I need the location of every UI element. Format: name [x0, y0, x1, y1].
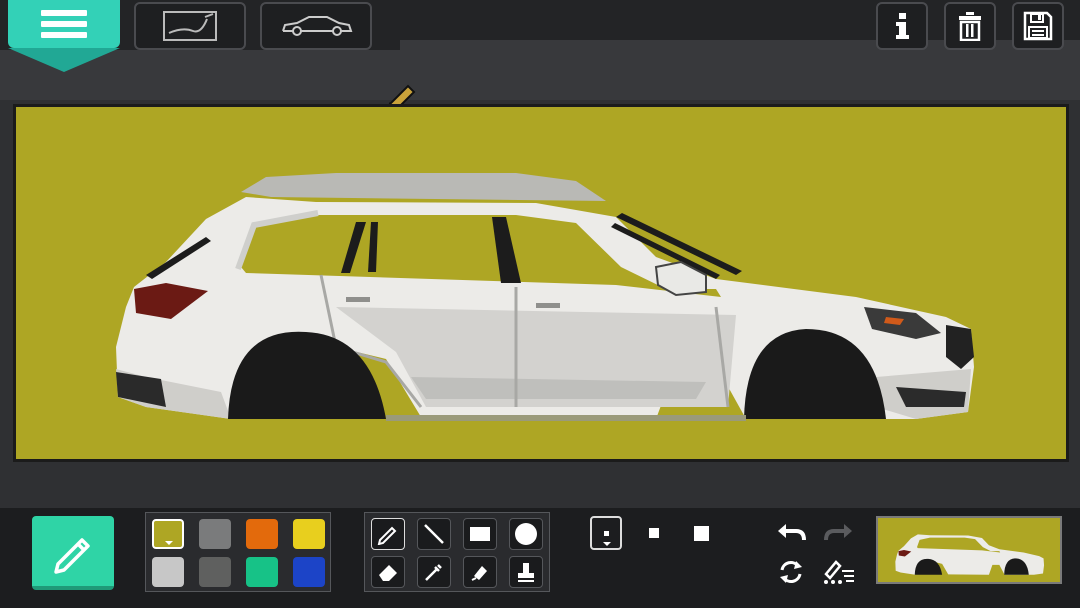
info-icon [896, 13, 909, 39]
pencil-icon [54, 538, 90, 574]
brush-size-small-dot [603, 530, 609, 536]
tool-palette [364, 512, 550, 592]
color-swatch-6[interactable] [199, 557, 231, 587]
brush-size-medium[interactable] [640, 518, 668, 548]
car-outline-icon [282, 16, 353, 36]
selected-marker-icon [165, 541, 173, 545]
canvas-preview[interactable] [876, 516, 1062, 584]
menu-tab-pointer [8, 48, 120, 72]
save-icon [1023, 11, 1053, 41]
brush-size-large-dot [693, 525, 709, 541]
tool-line[interactable] [417, 518, 451, 550]
brush-size-large[interactable] [686, 518, 716, 548]
sketch-icon [163, 11, 217, 41]
hamburger-icon [41, 5, 87, 43]
active-tool-button[interactable] [32, 516, 114, 590]
drawing-canvas[interactable] [16, 107, 1066, 459]
tool-rectangle[interactable] [463, 518, 497, 550]
tool-pencil[interactable] [371, 518, 405, 550]
car-tab[interactable] [260, 2, 372, 50]
info-button[interactable] [876, 2, 928, 50]
brush-size-medium-dot [649, 528, 659, 538]
color-swatch-8[interactable] [293, 557, 325, 587]
redo-icon[interactable] [824, 520, 854, 544]
spray-icon[interactable] [822, 558, 856, 586]
brush-size-small[interactable] [590, 516, 622, 550]
color-swatch-5[interactable] [152, 557, 184, 587]
color-swatch-7[interactable] [246, 557, 278, 587]
save-button[interactable] [1012, 2, 1064, 50]
eyedropper-icon [425, 564, 442, 581]
tool-eyedropper[interactable] [417, 556, 451, 588]
sketch-tab[interactable] [134, 2, 246, 50]
delete-button[interactable] [944, 2, 996, 50]
car-drawing [116, 173, 974, 421]
line-icon [424, 524, 444, 544]
color-swatch-2[interactable] [199, 519, 231, 549]
stamp-icon [518, 563, 534, 582]
bucket-fill-icon [471, 566, 487, 581]
tool-stamp[interactable] [509, 556, 543, 588]
color-palette [145, 512, 331, 592]
tool-eraser[interactable] [371, 556, 405, 588]
preview-car-drawing [895, 534, 1045, 575]
trash-icon [959, 12, 981, 41]
color-swatch-3[interactable] [246, 519, 278, 549]
tool-bucket-fill[interactable] [463, 556, 497, 588]
menu-button[interactable] [8, 0, 120, 48]
circle-icon [515, 523, 537, 545]
tool-circle[interactable] [509, 518, 543, 550]
color-swatch-1[interactable] [152, 519, 184, 549]
rectangle-icon [470, 527, 490, 541]
rotate-icon[interactable] [776, 558, 806, 586]
eraser-icon [379, 565, 397, 581]
undo-icon[interactable] [776, 520, 806, 544]
selected-marker-icon [603, 542, 611, 546]
pencil-icon [377, 526, 397, 545]
color-swatch-4[interactable] [293, 519, 325, 549]
